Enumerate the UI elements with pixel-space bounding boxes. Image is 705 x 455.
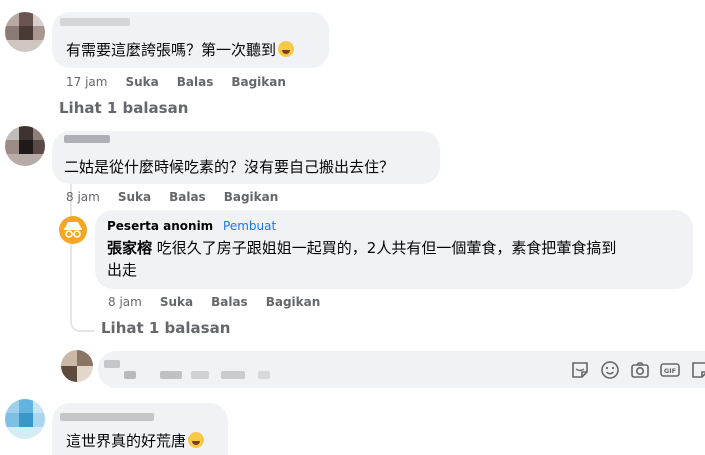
avatar[interactable] [5, 399, 45, 439]
laughing-emoji-icon [278, 41, 295, 57]
anonymous-icon [64, 222, 82, 238]
author-name[interactable] [60, 18, 130, 26]
like-button[interactable]: Suka [118, 189, 151, 205]
reply-button[interactable]: Balas [177, 74, 214, 90]
share-button[interactable]: Bagikan [224, 189, 279, 205]
sticker-alt-icon[interactable] [689, 359, 705, 381]
author-name[interactable] [64, 135, 110, 143]
timestamp[interactable]: 17 jam [66, 74, 107, 90]
reply-text-line2: 出走 [107, 261, 138, 279]
share-button[interactable]: Bagikan [231, 74, 286, 90]
sticker-icon[interactable] [569, 359, 591, 381]
current-user-avatar [61, 350, 93, 382]
like-button[interactable]: Suka [160, 294, 193, 310]
reply-author[interactable]: Peserta anonim [107, 219, 213, 233]
timestamp[interactable]: 8 jam [66, 189, 100, 205]
comment-bubble: 二姑是從什麼時候吃素的？沒有要自己搬出去住？ [52, 131, 440, 184]
like-button[interactable]: Suka [125, 74, 158, 90]
reply-button[interactable]: Balas [211, 294, 248, 310]
reply-actions: 8 jam Suka Balas Bagikan [108, 294, 338, 310]
emoji-icon[interactable] [599, 359, 621, 381]
share-button[interactable]: Bagikan [266, 294, 321, 310]
view-replies-link[interactable]: Lihat 1 balasan [101, 319, 230, 337]
gif-label: GIF [664, 367, 676, 375]
reply-text: 張家榕 吃很久了房子跟姐姐一起買的，2人共有但一個葷食，素食把葷食搞到 [107, 239, 617, 257]
mention-link[interactable]: 張家榕 [107, 239, 152, 257]
comment-text: 這世界真的好荒唐 [66, 431, 205, 451]
author-name[interactable] [60, 413, 154, 421]
composer-icons: GIF [569, 359, 705, 381]
anonymous-avatar[interactable] [59, 216, 87, 244]
avatar[interactable] [5, 12, 45, 52]
comment-text: 有需要這麼誇張嗎？第一次聽到 [66, 40, 295, 60]
reply-button[interactable]: Balas [169, 189, 206, 205]
input-placeholder [104, 360, 120, 368]
comment-bubble: 這世界真的好荒唐 [52, 403, 228, 455]
comment-text: 二姑是從什麼時候吃素的？沒有要自己搬出去住？ [64, 158, 395, 176]
comment-bubble: 有需要這麼誇張嗎？第一次聽到 [52, 12, 329, 68]
gif-icon[interactable]: GIF [659, 359, 681, 381]
reply-bubble: Peserta anonim Pembuat 張家榕 吃很久了房子跟姐姐一起買的… [95, 210, 693, 289]
timestamp[interactable]: 8 jam [108, 294, 142, 310]
view-replies-link[interactable]: Lihat 1 balasan [59, 99, 188, 117]
laughing-emoji-icon [188, 432, 205, 448]
camera-icon[interactable] [629, 359, 651, 381]
comment-actions: 17 jam Suka Balas Bagikan [66, 74, 304, 90]
author-badge: Pembuat [223, 219, 277, 233]
comment-actions: 8 jam Suka Balas Bagikan [66, 189, 296, 205]
avatar[interactable] [5, 126, 45, 166]
